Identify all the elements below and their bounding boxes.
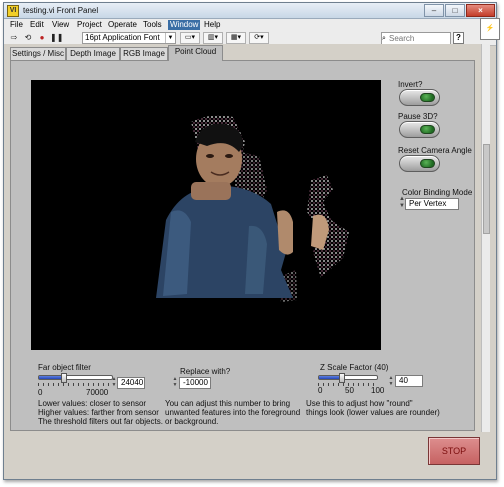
z-scale-slider[interactable]: [318, 373, 378, 383]
font-selector[interactable]: 16pt Application Font ▼: [82, 32, 176, 44]
maximize-button[interactable]: □: [445, 4, 465, 17]
chevron-down-icon: ▼: [165, 33, 175, 43]
led-indicator-icon: [420, 93, 435, 102]
pause3d-label: Pause 3D?: [398, 112, 438, 121]
menu-tools[interactable]: Tools: [143, 20, 162, 30]
run-arrow-icon[interactable]: ⇨: [8, 32, 20, 44]
vertical-scrollbar[interactable]: [481, 44, 490, 432]
stop-button[interactable]: STOP: [428, 437, 480, 465]
far-filter-ticks: [38, 383, 113, 386]
run-continuously-icon[interactable]: ⟲: [22, 32, 34, 44]
z-scale-incdec-icon[interactable]: ▲ ▼: [388, 375, 394, 388]
reset-camera-label: Reset Camera Angle: [398, 146, 472, 155]
title-bar[interactable]: VI testing.vi Front Panel – □ ×: [4, 3, 496, 19]
invert-label: Invert?: [398, 80, 423, 89]
far-filter-min-label: 0: [38, 388, 43, 397]
z-scale-tick-100: 100: [371, 386, 385, 395]
abort-icon[interactable]: ●: [36, 32, 48, 44]
far-filter-note-line-3: The threshold filters out far objects.: [38, 417, 163, 426]
replace-note-line-3: or background.: [165, 417, 219, 426]
menu-operate[interactable]: Operate: [108, 20, 137, 30]
replace-note-line-2: unwanted features into the foreground: [165, 408, 301, 417]
pause3d-toggle-button[interactable]: [399, 121, 440, 138]
led-indicator-icon: [420, 125, 435, 134]
z-scale-label: Z Scale Factor (40): [320, 363, 389, 372]
distribute-objects-dropdown[interactable]: ▥▾: [203, 32, 223, 44]
tab-rgb-image[interactable]: RGB Image: [120, 47, 168, 60]
resize-objects-dropdown[interactable]: ▦▾: [226, 32, 246, 44]
z-scale-slider-thumb[interactable]: [339, 373, 346, 383]
reorder-dropdown[interactable]: ⟳▾: [249, 32, 269, 44]
help-icon[interactable]: ?: [453, 32, 464, 44]
menu-project[interactable]: Project: [77, 20, 102, 30]
search-input[interactable]: [389, 34, 445, 43]
tab-depth-image[interactable]: Depth Image: [66, 47, 120, 60]
menu-file[interactable]: File: [10, 20, 23, 30]
align-objects-dropdown[interactable]: ▭▾: [180, 32, 200, 44]
far-filter-slider[interactable]: [38, 373, 113, 383]
menu-bar: File Edit View Project Operate Tools Win…: [4, 19, 496, 31]
replace-with-numeric[interactable]: -10000: [179, 377, 211, 389]
z-scale-tick-50: 50: [345, 386, 354, 395]
z-scale-numeric[interactable]: 40: [395, 375, 423, 387]
close-button[interactable]: ×: [466, 4, 495, 17]
replace-with-incdec-icon[interactable]: ▲ ▼: [172, 376, 178, 389]
replace-with-label: Replace with?: [180, 367, 231, 376]
far-filter-note-line-2: Higher values: farther from sensor: [38, 408, 159, 417]
pause-icon[interactable]: ❚❚: [50, 32, 63, 44]
reset-camera-button[interactable]: [399, 155, 440, 172]
menu-view[interactable]: View: [52, 20, 69, 30]
z-scale-note-line-2: things look (lower values are rounder): [306, 408, 440, 417]
color-binding-mode-ring[interactable]: Per Vertex: [405, 198, 459, 210]
font-selector-label: 16pt Application Font: [85, 33, 160, 42]
scrollbar-thumb[interactable]: [483, 144, 490, 234]
labview-vi-icon: VI: [7, 5, 19, 17]
bottom-panel-area: [7, 433, 415, 470]
tab-point-cloud[interactable]: Point Cloud: [168, 45, 223, 61]
tab-settings-misc[interactable]: Settings / Misc: [10, 47, 66, 60]
far-filter-slider-thumb[interactable]: [61, 373, 68, 383]
search-icon: ⌕: [382, 35, 386, 42]
far-filter-note-line-1: Lower values: closer to sensor: [38, 399, 147, 408]
color-binding-label: Color Binding Mode: [402, 188, 473, 197]
point-cloud-display[interactable]: [31, 80, 381, 350]
window-title: testing.vi Front Panel: [23, 6, 99, 15]
point-cloud-render: [156, 115, 349, 302]
vi-icon-logo: ⚡: [480, 18, 500, 40]
replace-note-line-1: You can adjust this number to bring: [165, 399, 291, 408]
z-scale-note-line-1: Use this to adjust how "round": [306, 399, 413, 408]
z-scale-tick-0: 0: [318, 386, 323, 395]
far-filter-label: Far object filter: [38, 363, 91, 372]
invert-toggle-button[interactable]: [399, 89, 440, 106]
minimize-button[interactable]: –: [424, 4, 444, 17]
menu-window[interactable]: Window: [168, 20, 201, 30]
menu-edit[interactable]: Edit: [30, 20, 44, 30]
far-filter-max-label: 70000: [86, 388, 109, 397]
far-filter-numeric[interactable]: 24040: [117, 377, 145, 389]
led-indicator-icon: [420, 159, 435, 168]
menu-help[interactable]: Help: [204, 20, 220, 30]
